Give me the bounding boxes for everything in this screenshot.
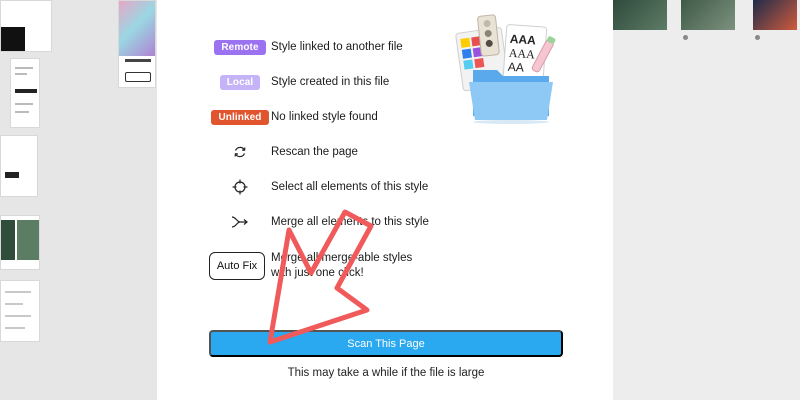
crosshair-icon[interactable] (232, 179, 248, 195)
photo-card[interactable] (613, 0, 667, 30)
autofix-row: Auto Fix Merge all merge-able styles wit… (209, 249, 569, 283)
autofix-text-line1: Merge all merge-able styles (271, 252, 413, 264)
unlinked-badge: Unlinked (211, 109, 269, 125)
legend-remote-text: Style linked to another file (271, 41, 403, 53)
merge-arrow-icon[interactable] (231, 215, 249, 229)
design-thumbnail[interactable] (0, 280, 40, 342)
design-thumbnail[interactable] (0, 135, 38, 197)
design-thumbnail[interactable] (118, 0, 156, 88)
plugin-panel: Remote Style linked to another file Loca… (157, 0, 613, 400)
avatar (683, 35, 688, 40)
action-row-select: Select all elements of this style (209, 176, 569, 198)
scan-note: This may take a while if the file is lar… (287, 367, 485, 379)
design-thumbnail[interactable] (10, 58, 40, 128)
auto-fix-button[interactable]: Auto Fix (209, 252, 265, 280)
avatar (755, 35, 760, 40)
canvas-right (613, 0, 800, 400)
remote-badge: Remote (214, 39, 266, 55)
select-text: Select all elements of this style (271, 181, 429, 193)
svg-text:AA: AA (507, 60, 524, 75)
folder-illustration-icon: AAA AAA AA (455, 14, 556, 124)
canvas-left (0, 0, 157, 400)
local-badge: Local (219, 74, 261, 90)
autofix-text-line2: with just one click! (271, 267, 364, 279)
legend-unlinked-text: No linked style found (271, 111, 378, 123)
action-row-merge: Merge all elements to this style (209, 211, 569, 233)
rescan-text: Rescan the page (271, 146, 358, 158)
action-row-rescan: Rescan the page (209, 141, 569, 163)
autofix-description: Merge all merge-able styles with just on… (271, 251, 412, 281)
refresh-icon[interactable] (233, 145, 247, 159)
design-thumbnail[interactable] (0, 0, 52, 52)
photo-card[interactable] (681, 0, 735, 30)
photo-card[interactable] (753, 0, 797, 30)
legend-local-text: Style created in this file (271, 76, 390, 88)
scan-page-button[interactable]: Scan This Page (209, 330, 563, 357)
merge-text: Merge all elements to this style (271, 216, 429, 228)
design-thumbnail[interactable] (0, 215, 40, 270)
